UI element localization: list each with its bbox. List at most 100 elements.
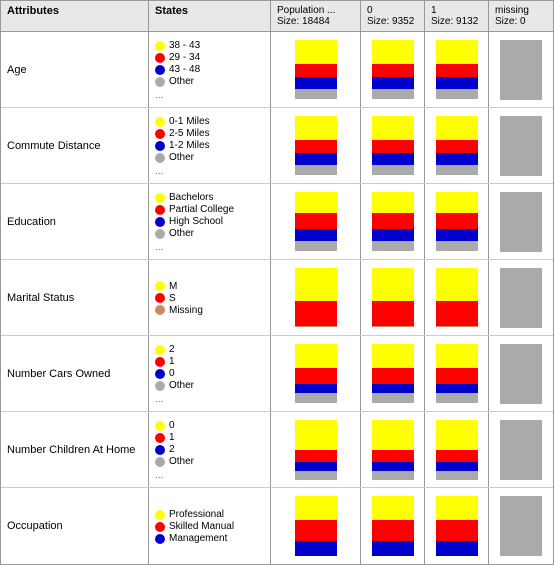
bar-segment: [372, 301, 414, 327]
col1-chart-cell: [425, 184, 489, 259]
legend-label: 2-5 Miles: [169, 128, 210, 139]
legend-dot: [155, 357, 165, 367]
legend-item: Other: [155, 228, 264, 239]
legend-item: Other: [155, 380, 264, 391]
bar-segment: [295, 368, 337, 385]
bar-segment: [295, 326, 337, 327]
bar-segment: [372, 384, 414, 393]
bar-segment: [295, 384, 337, 393]
stacked-bar: [372, 268, 414, 328]
states-cell: 012Other...: [149, 412, 271, 487]
col1-chart-cell: [425, 32, 489, 107]
pop-chart-cell: [271, 336, 361, 411]
stacked-bar: [372, 496, 414, 556]
legend-dot: [155, 305, 165, 315]
legend-label: Other: [169, 76, 194, 87]
bar-segment: [295, 40, 337, 64]
bar-segment: [436, 165, 478, 176]
table-row: OccupationProfessionalSkilled ManualMana…: [1, 488, 553, 564]
bar-segment: [372, 520, 414, 541]
bar-segment: [372, 368, 414, 385]
legend-item: High School: [155, 216, 264, 227]
legend-item: Other: [155, 152, 264, 163]
legend-label: S: [169, 293, 176, 304]
attr-cell: Occupation: [1, 488, 149, 564]
legend-dot: [155, 433, 165, 443]
legend-item: 0: [155, 420, 264, 431]
legend-dot: [155, 117, 165, 127]
header-states: States: [149, 1, 271, 31]
col1-chart-cell: [425, 260, 489, 335]
bar-segment: [436, 241, 478, 251]
attr-cell: Age: [1, 32, 149, 107]
legend-label: 38 - 43: [169, 40, 200, 51]
legend-dot: [155, 522, 165, 532]
bar-segment: [436, 393, 478, 403]
legend-dot: [155, 65, 165, 75]
legend-label: Management: [169, 533, 227, 544]
legend-dot: [155, 41, 165, 51]
bar-segment: [372, 140, 414, 153]
stacked-bar: [372, 192, 414, 252]
table-row: Age 38 - 4329 - 3443 - 48Other...: [1, 32, 553, 108]
col0-chart-cell: [361, 32, 425, 107]
legend-dot: [155, 141, 165, 151]
legend-item: Management: [155, 533, 264, 544]
missing-chart-cell: [489, 488, 553, 564]
pop-chart-cell: [271, 488, 361, 564]
table-row: Number Cars Owned210Other...: [1, 336, 553, 412]
attr-cell: Number Children At Home: [1, 412, 149, 487]
bar-segment: [372, 40, 414, 64]
bar-segment: [372, 116, 414, 140]
attr-cell: Commute Distance: [1, 108, 149, 183]
legend-label: Other: [169, 380, 194, 391]
bar-segment: [372, 420, 414, 450]
legend-label: 0: [169, 420, 175, 431]
legend-dot: [155, 457, 165, 467]
bar-segment: [372, 268, 414, 301]
attr-label: Age: [7, 64, 27, 76]
bar-segment: [372, 89, 414, 100]
bar-segment: [295, 496, 337, 520]
bar-segment: [436, 462, 478, 471]
bar-segment: [436, 116, 478, 140]
legend-dot: [155, 205, 165, 215]
bar-segment: [436, 520, 478, 541]
legend-item: 38 - 43: [155, 40, 264, 51]
bar-segment: [372, 471, 414, 480]
legend-dot: [155, 129, 165, 139]
stacked-bar: [295, 40, 337, 100]
legend-dot: [155, 281, 165, 291]
legend-label: 1-2 Miles: [169, 140, 210, 151]
bar-segment: [295, 471, 337, 480]
header-attributes: Attributes: [1, 1, 149, 31]
states-cell: 38 - 4329 - 3443 - 48Other...: [149, 32, 271, 107]
bar-segment: [295, 229, 337, 241]
stacked-bar: [436, 268, 478, 328]
legend-item: 29 - 34: [155, 52, 264, 63]
bar-segment: [372, 213, 414, 230]
bar-segment: [295, 420, 337, 450]
col1-chart-cell: [425, 108, 489, 183]
bar-segment: [372, 462, 414, 471]
stacked-bar: [372, 40, 414, 100]
legend-item: 0: [155, 368, 264, 379]
bar-segment: [436, 326, 478, 327]
bar-segment: [436, 496, 478, 520]
legend-label: 29 - 34: [169, 52, 200, 63]
pop-chart-cell: [271, 32, 361, 107]
legend-dot: [155, 421, 165, 431]
legend-label: Missing: [169, 305, 203, 316]
legend-label: 2: [169, 444, 175, 455]
legend-label: 43 - 48: [169, 64, 200, 75]
legend-item: 0-1 Miles: [155, 116, 264, 127]
legend-dot: [155, 381, 165, 391]
legend-label: Bachelors: [169, 192, 213, 203]
bar-segment: [436, 77, 478, 89]
legend-item: 2: [155, 344, 264, 355]
pop-chart-cell: [271, 260, 361, 335]
bar-segment: [372, 496, 414, 520]
stacked-bar: [436, 496, 478, 556]
missing-block: [500, 496, 542, 556]
legend-item: Other: [155, 456, 264, 467]
